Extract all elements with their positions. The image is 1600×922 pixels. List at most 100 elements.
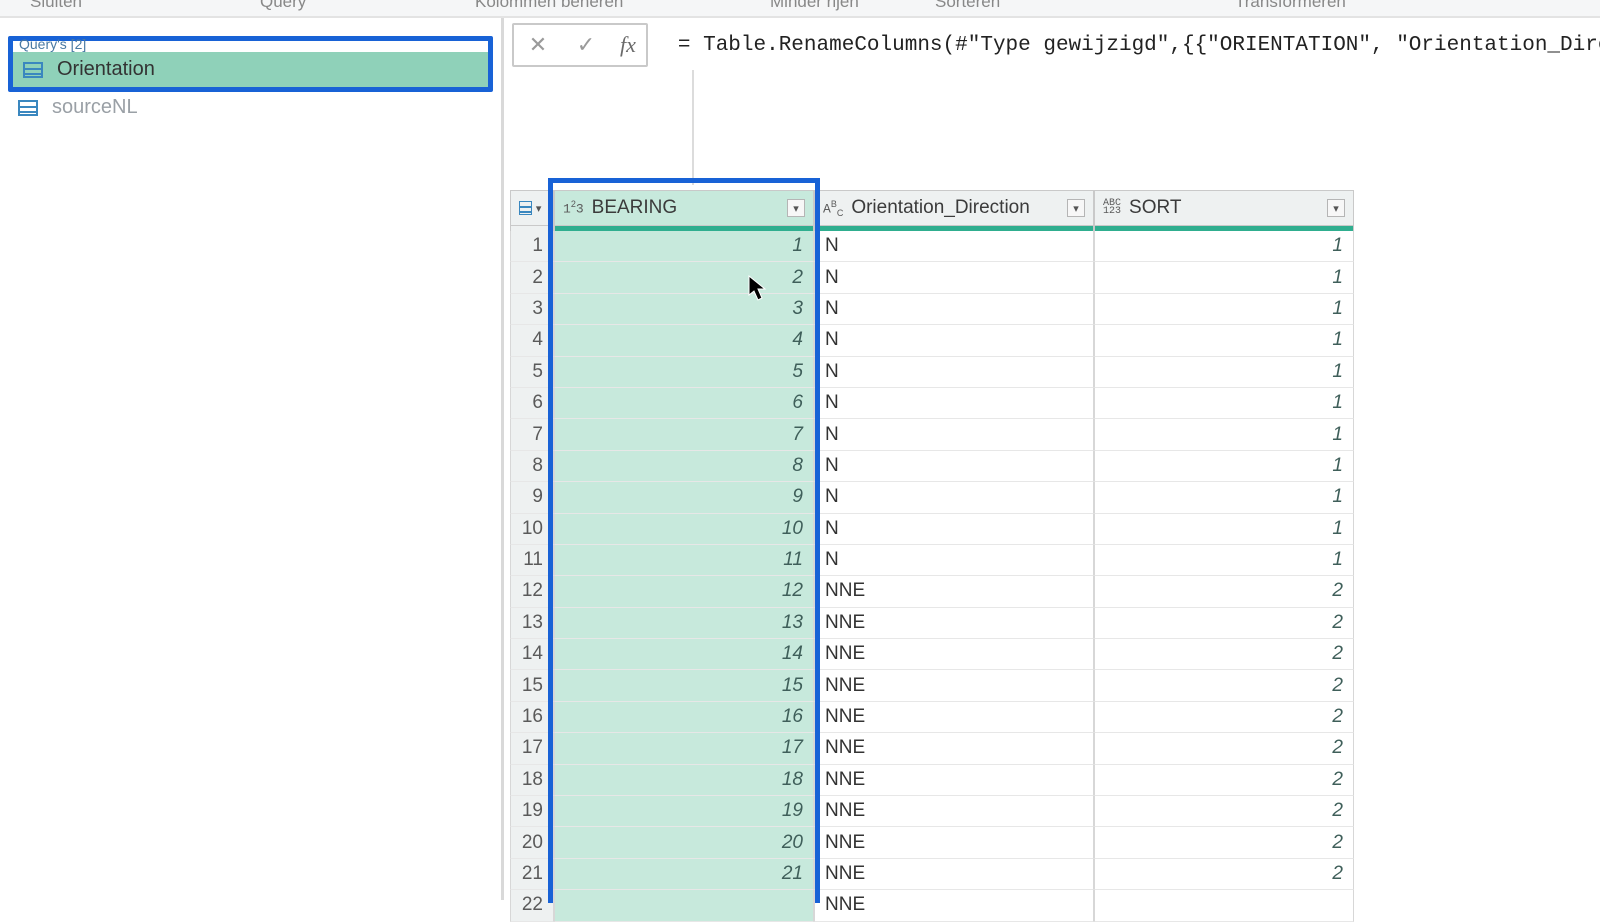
cell-direction[interactable]: N [814, 231, 1094, 262]
column-header-sort[interactable]: ABC123 SORT ▾ [1094, 190, 1354, 226]
cell-sort[interactable]: 1 [1094, 388, 1354, 419]
row-number[interactable]: 3 [510, 294, 554, 325]
cell-direction[interactable]: NNE [814, 827, 1094, 858]
cell-direction[interactable]: N [814, 482, 1094, 513]
row-number[interactable]: 10 [510, 514, 554, 545]
cell-bearing[interactable] [554, 890, 814, 921]
cell-direction[interactable]: NNE [814, 608, 1094, 639]
cell-bearing[interactable]: 9 [554, 482, 814, 513]
cell-direction[interactable]: N [814, 294, 1094, 325]
row-number[interactable]: 17 [510, 733, 554, 764]
row-number[interactable]: 2 [510, 262, 554, 293]
cell-direction[interactable]: NNE [814, 765, 1094, 796]
cell-bearing[interactable]: 5 [554, 357, 814, 388]
filter-dropdown-icon[interactable]: ▾ [1327, 199, 1345, 217]
row-number[interactable]: 7 [510, 419, 554, 450]
cell-bearing[interactable]: 3 [554, 294, 814, 325]
row-number[interactable]: 6 [510, 388, 554, 419]
cell-bearing[interactable]: 16 [554, 702, 814, 733]
row-number[interactable]: 12 [510, 576, 554, 607]
row-number[interactable]: 15 [510, 670, 554, 701]
row-number[interactable]: 4 [510, 325, 554, 356]
row-number[interactable]: 8 [510, 451, 554, 482]
row-number[interactable]: 20 [510, 827, 554, 858]
cancel-icon[interactable]: ✕ [524, 31, 552, 59]
cell-bearing[interactable]: 18 [554, 765, 814, 796]
cell-sort[interactable]: 1 [1094, 419, 1354, 450]
cell-bearing[interactable]: 12 [554, 576, 814, 607]
cell-sort[interactable]: 1 [1094, 514, 1354, 545]
cell-sort[interactable]: 1 [1094, 262, 1354, 293]
cell-direction[interactable]: NNE [814, 670, 1094, 701]
cell-bearing[interactable]: 15 [554, 670, 814, 701]
table-corner[interactable]: ▾ [510, 190, 554, 226]
row-number[interactable]: 5 [510, 357, 554, 388]
column-header-bearing[interactable]: 123 BEARING ▾ [554, 190, 814, 226]
cell-bearing[interactable]: 13 [554, 608, 814, 639]
cell-sort[interactable]: 2 [1094, 576, 1354, 607]
cell-bearing[interactable]: 6 [554, 388, 814, 419]
row-number[interactable]: 1 [510, 231, 554, 262]
formula-text[interactable]: = Table.RenameColumns(#"Type gewijzigd",… [678, 34, 1600, 57]
cell-sort[interactable]: 2 [1094, 796, 1354, 827]
cell-direction[interactable]: N [814, 325, 1094, 356]
cell-bearing[interactable]: 4 [554, 325, 814, 356]
cell-sort[interactable]: 2 [1094, 827, 1354, 858]
row-number[interactable]: 22 [510, 890, 554, 921]
cell-direction[interactable]: NNE [814, 733, 1094, 764]
cell-bearing[interactable]: 17 [554, 733, 814, 764]
cell-sort[interactable]: 2 [1094, 765, 1354, 796]
cell-bearing[interactable]: 7 [554, 419, 814, 450]
fx-icon[interactable]: fx [620, 32, 636, 58]
cell-direction[interactable]: NNE [814, 639, 1094, 670]
cell-direction[interactable]: N [814, 419, 1094, 450]
cell-sort[interactable]: 1 [1094, 357, 1354, 388]
cell-direction[interactable]: NNE [814, 702, 1094, 733]
cell-direction[interactable]: N [814, 514, 1094, 545]
cell-sort[interactable] [1094, 890, 1354, 921]
cell-direction[interactable]: N [814, 451, 1094, 482]
query-item-sourcenl[interactable]: sourceNL [0, 90, 501, 125]
cell-direction[interactable]: N [814, 262, 1094, 293]
cell-bearing[interactable]: 20 [554, 827, 814, 858]
row-number[interactable]: 11 [510, 545, 554, 576]
cell-bearing[interactable]: 19 [554, 796, 814, 827]
confirm-icon[interactable]: ✓ [572, 31, 600, 59]
cell-sort[interactable]: 1 [1094, 482, 1354, 513]
cell-bearing[interactable]: 1 [554, 231, 814, 262]
filter-dropdown-icon[interactable]: ▾ [1067, 199, 1085, 217]
cell-sort[interactable]: 2 [1094, 859, 1354, 890]
cell-bearing[interactable]: 8 [554, 451, 814, 482]
cell-direction[interactable]: N [814, 545, 1094, 576]
cell-direction[interactable]: NNE [814, 796, 1094, 827]
cell-sort[interactable]: 2 [1094, 639, 1354, 670]
row-number[interactable]: 19 [510, 796, 554, 827]
cell-direction[interactable]: N [814, 357, 1094, 388]
filter-dropdown-icon[interactable]: ▾ [787, 199, 805, 217]
column-header-orientation-direction[interactable]: ABC Orientation_Direction ▾ [814, 190, 1094, 226]
cell-sort[interactable]: 1 [1094, 294, 1354, 325]
cell-sort[interactable]: 2 [1094, 670, 1354, 701]
cell-direction[interactable]: NNE [814, 859, 1094, 890]
query-item-orientation[interactable]: Orientation [13, 52, 488, 87]
row-number[interactable]: 16 [510, 702, 554, 733]
row-number[interactable]: 9 [510, 482, 554, 513]
row-number[interactable]: 13 [510, 608, 554, 639]
cell-bearing[interactable]: 10 [554, 514, 814, 545]
cell-bearing[interactable]: 14 [554, 639, 814, 670]
row-number[interactable]: 14 [510, 639, 554, 670]
cell-direction[interactable]: NNE [814, 890, 1094, 921]
cell-bearing[interactable]: 2 [554, 262, 814, 293]
cell-sort[interactable]: 1 [1094, 451, 1354, 482]
cell-sort[interactable]: 1 [1094, 231, 1354, 262]
cell-direction[interactable]: NNE [814, 576, 1094, 607]
cell-bearing[interactable]: 11 [554, 545, 814, 576]
cell-sort[interactable]: 2 [1094, 702, 1354, 733]
cell-sort[interactable]: 2 [1094, 733, 1354, 764]
row-number[interactable]: 18 [510, 765, 554, 796]
row-number[interactable]: 21 [510, 859, 554, 890]
cell-sort[interactable]: 1 [1094, 325, 1354, 356]
cell-bearing[interactable]: 21 [554, 859, 814, 890]
chevron-down-icon[interactable]: ▾ [532, 199, 545, 217]
cell-direction[interactable]: N [814, 388, 1094, 419]
